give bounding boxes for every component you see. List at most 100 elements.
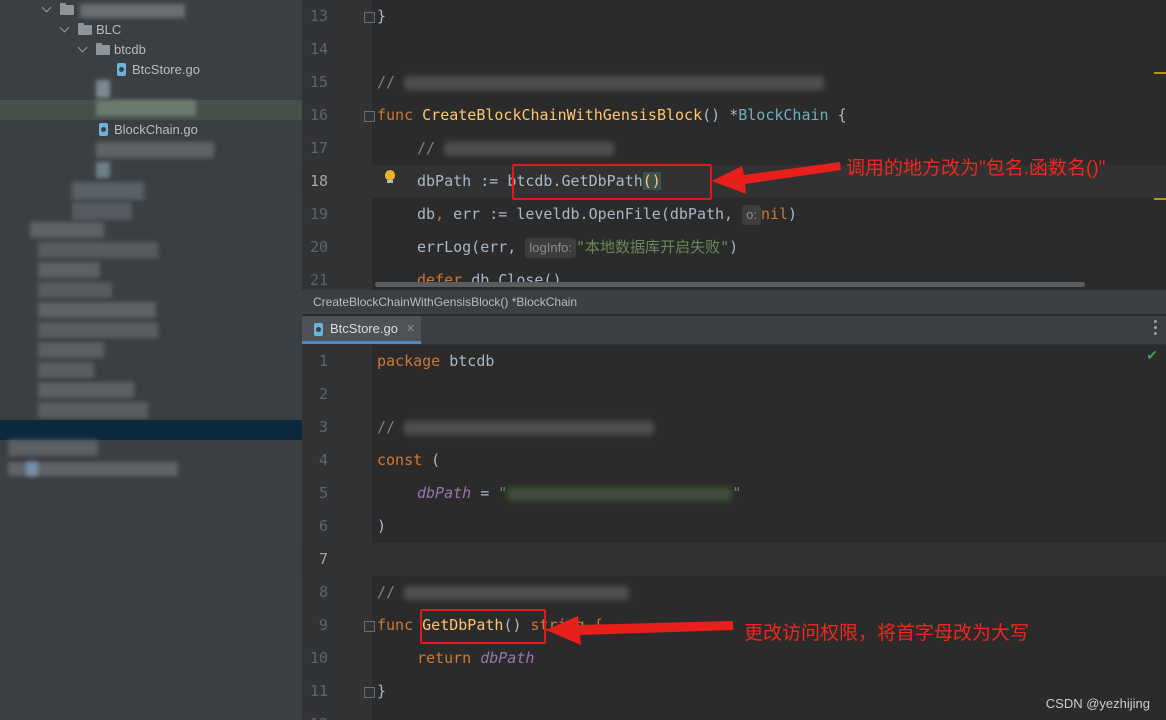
line-number: 7: [318, 550, 328, 568]
code-line[interactable]: 19 db, err := leveldb.OpenFile(dbPath, o…: [302, 198, 1166, 231]
chevron-down-icon: [41, 2, 52, 13]
code-line[interactable]: 12: [302, 708, 1166, 720]
code-text: db, err := leveldb.OpenFile(dbPath, o: ni…: [417, 205, 798, 225]
blurred-tree-item: [96, 142, 214, 158]
line-number: 20: [309, 238, 328, 256]
line-number: 8: [318, 583, 328, 601]
blurred-tree-item: [38, 322, 158, 338]
parameter-hint: o:: [742, 205, 761, 225]
lightbulb-icon[interactable]: [385, 170, 395, 183]
editor-pane-top[interactable]: 13 } 14 15 // 16 func CreateBlockChainWi…: [302, 0, 1166, 290]
code-line[interactable]: 4 const (: [302, 444, 1166, 477]
code-line[interactable]: 11 }: [302, 675, 1166, 708]
go-file-icon: [99, 123, 108, 136]
blurred-comment: [404, 585, 630, 600]
inspection-ok-icon[interactable]: ✔: [1146, 347, 1158, 364]
fold-marker-icon[interactable]: [364, 621, 375, 632]
tab-label: BtcStore.go: [330, 321, 398, 336]
code-text: func CreateBlockChainWithGensisBlock() *…: [377, 106, 847, 124]
blurred-tree-item: [38, 402, 148, 418]
line-number: 9: [318, 616, 328, 634]
code-text: //: [377, 411, 655, 444]
line-number: 13: [309, 7, 328, 25]
code-line-current[interactable]: 7: [302, 543, 1166, 576]
tab-btcstore[interactable]: BtcStore.go ✕: [302, 316, 421, 344]
tree-item-label: BtcStore.go: [132, 62, 200, 77]
code-line[interactable]: 15 //: [302, 66, 1166, 99]
tree-item-label: [80, 4, 185, 18]
more-options-icon[interactable]: [1154, 320, 1158, 338]
blurred-tree-item: [8, 440, 98, 456]
blurred-tree-item: [72, 202, 132, 220]
line-number: 18: [309, 172, 328, 190]
blurred-tree-item: [96, 100, 196, 116]
code-text: //: [417, 132, 615, 165]
tree-item-label: BlockChain.go: [114, 122, 198, 137]
code-line[interactable]: 8 //: [302, 576, 1166, 609]
line-number: 21: [309, 271, 328, 289]
fold-marker-icon[interactable]: [364, 687, 375, 698]
annotation-definition: 更改访问权限，将首字母改为大写: [744, 623, 1030, 644]
line-number: 5: [318, 484, 328, 502]
warning-stripe-marker[interactable]: [1154, 72, 1166, 74]
warning-stripe-marker[interactable]: [1154, 198, 1166, 200]
line-number: 14: [309, 40, 328, 58]
annotation-call-site: 调用的地方改为"包名.函数名()": [846, 158, 1106, 179]
code-line[interactable]: 16 func CreateBlockChainWithGensisBlock(…: [302, 99, 1166, 132]
blurred-tree-item: [38, 282, 112, 298]
breadcrumb[interactable]: CreateBlockChainWithGensisBlock() *Block…: [302, 290, 1166, 314]
code-text: }: [377, 7, 387, 25]
code-text: dbPath = " ": [417, 484, 742, 502]
chevron-down-icon: [59, 22, 70, 33]
watermark: CSDN @yezhijing: [1045, 696, 1150, 711]
blurred-comment: [404, 75, 825, 90]
code-line[interactable]: 2: [302, 378, 1166, 411]
code-line[interactable]: 14: [302, 33, 1166, 66]
blurred-comment: [404, 420, 655, 435]
code-text: ): [377, 517, 387, 535]
highlight-box-definition: [420, 609, 546, 644]
close-icon[interactable]: ✕: [406, 316, 415, 342]
line-number: 2: [318, 385, 328, 403]
highlight-box-call-site: [512, 164, 712, 200]
line-number: 11: [309, 682, 328, 700]
code-line[interactable]: 10 return dbPath: [302, 642, 1166, 675]
fold-marker-icon[interactable]: [364, 12, 375, 23]
line-number: 1: [318, 352, 328, 370]
line-number: 3: [318, 418, 328, 436]
line-number: 6: [318, 517, 328, 535]
blurred-tree-item: [38, 362, 94, 378]
code-line[interactable]: 6 ): [302, 510, 1166, 543]
line-number: 12: [302, 708, 328, 720]
code-line[interactable]: 3 //: [302, 411, 1166, 444]
editor-tab-bar: BtcStore.go ✕: [302, 316, 1166, 345]
line-number: 17: [309, 139, 328, 157]
fold-marker-icon[interactable]: [364, 111, 375, 122]
tree-item-label: BLC: [96, 22, 122, 37]
blurred-tree-item: [38, 382, 134, 398]
folder-icon: [78, 23, 92, 35]
breadcrumb-item[interactable]: CreateBlockChainWithGensisBlock() *Block…: [313, 290, 577, 314]
chevron-down-icon: [77, 42, 88, 53]
code-line[interactable]: 1 package btcdb: [302, 345, 1166, 378]
go-file-icon: [117, 63, 126, 76]
folder-icon: [96, 43, 110, 55]
tree-selection-highlight: [0, 420, 302, 440]
code-text: //: [377, 576, 630, 609]
line-number: 15: [309, 73, 328, 91]
blurred-tree-item: [96, 80, 110, 98]
line-number: 4: [318, 451, 328, 469]
code-line[interactable]: 5 dbPath = " ": [302, 477, 1166, 510]
code-line[interactable]: 20 errLog(err, logInfo: "本地数据库开启失败"): [302, 231, 1166, 264]
editor-pane-bottom[interactable]: 1 package btcdb 2 3 // 4 const ( 5 dbPat…: [302, 345, 1166, 720]
code-text: package btcdb: [377, 352, 495, 370]
parameter-hint: logInfo:: [525, 238, 577, 258]
line-number: 16: [309, 106, 328, 124]
blurred-tree-item: [38, 302, 156, 318]
blurred-tree-item: [38, 242, 158, 258]
code-line[interactable]: 13 }: [302, 0, 1166, 33]
code-text: errLog(err, logInfo: "本地数据库开启失败"): [417, 238, 739, 258]
blurred-tree-item: [72, 182, 144, 200]
line-number: 10: [309, 649, 328, 667]
horizontal-scrollbar[interactable]: [375, 282, 1085, 287]
